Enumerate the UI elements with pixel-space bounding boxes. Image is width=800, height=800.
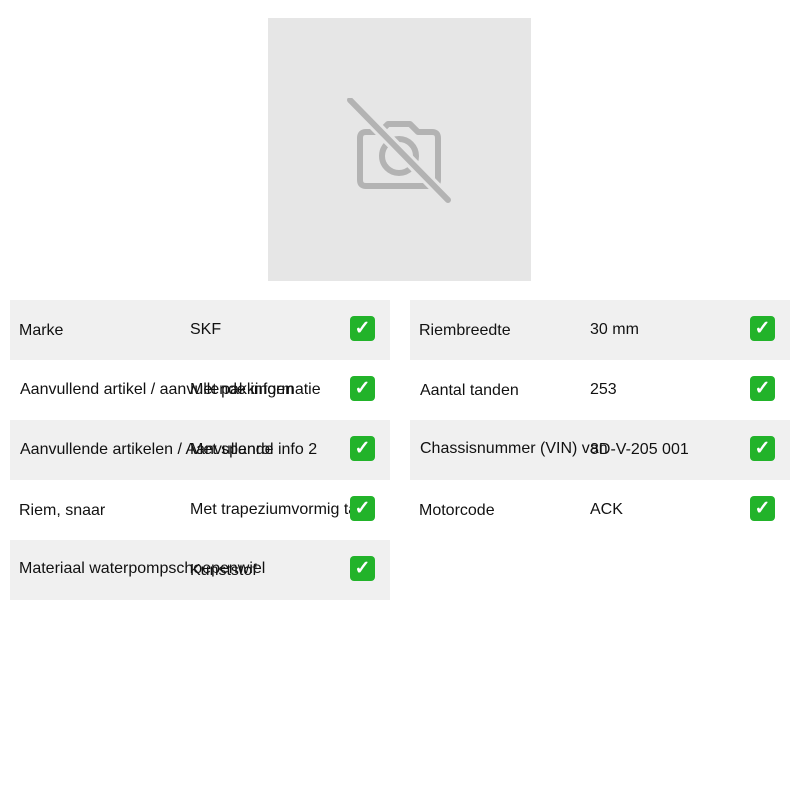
check-icon: ✓ <box>350 376 375 401</box>
spec-value: 253 <box>590 381 617 398</box>
check-icon: ✓ <box>750 496 775 521</box>
spec-value: 8D-V-205 001 <box>590 441 689 458</box>
spec-value: ACK <box>590 501 623 518</box>
spec-row-aantal-tanden: Aantal tanden 253 ✓ <box>410 360 790 420</box>
spec-row-chassisnummer: Chassisnummer (VIN) van 8D-V-205 001 ✓ <box>410 420 790 480</box>
check-icon: ✓ <box>750 376 775 401</box>
spec-row-materiaal: Materiaal waterpompschoepenwiel Kunststo… <box>10 540 390 600</box>
spec-table-left: Marke SKF ✓ Aanvullend artikel / aanvull… <box>10 300 390 600</box>
no-camera-icon <box>346 98 452 204</box>
product-image-placeholder <box>268 18 531 281</box>
spec-label: Motorcode <box>419 502 495 519</box>
spec-row-riembreedte: Riembreedte 30 mm ✓ <box>410 300 790 360</box>
check-icon: ✓ <box>350 316 375 341</box>
spec-label: Riem, snaar <box>19 502 106 519</box>
check-icon: ✓ <box>350 556 375 581</box>
spec-value: 30 mm <box>590 321 639 338</box>
spec-label: Chassisnummer (VIN) van <box>420 440 608 457</box>
check-icon: ✓ <box>750 436 775 461</box>
spec-label: Marke <box>19 322 64 339</box>
spec-label: Riembreedte <box>419 322 511 339</box>
check-icon: ✓ <box>750 316 775 341</box>
spec-row-aanvullend-artikel: Aanvullend artikel / aanvullende informa… <box>10 360 390 420</box>
spec-label: Aantal tanden <box>420 382 519 399</box>
check-icon: ✓ <box>350 496 375 521</box>
spec-row-marke: Marke SKF ✓ <box>10 300 390 360</box>
spec-row-motorcode: Motorcode ACK ✓ <box>410 480 790 540</box>
spec-row-aanvullende-artikelen: Aanvullende artikelen / Aanvullende info… <box>10 420 390 480</box>
spec-value: Met pakkingen <box>190 381 295 398</box>
spec-value: SKF <box>190 321 222 338</box>
spec-value: Met spanrol <box>190 441 274 458</box>
spec-value: Met trapeziumvormig tand <box>190 501 375 518</box>
spec-value: Kunststof <box>190 562 257 579</box>
spec-row-riem-snaar: Riem, snaar Met trapeziumvormig tand ✓ <box>10 480 390 540</box>
spec-table-right: Riembreedte 30 mm ✓ Aantal tanden 253 ✓ … <box>410 300 790 540</box>
product-page: Marke SKF ✓ Aanvullend artikel / aanvull… <box>0 0 800 800</box>
check-icon: ✓ <box>350 436 375 461</box>
